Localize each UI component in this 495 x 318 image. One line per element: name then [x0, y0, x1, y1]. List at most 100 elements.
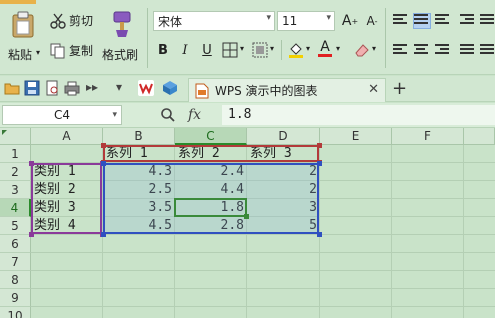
- align-top-icon[interactable]: [393, 14, 409, 28]
- value-cell[interactable]: 2.5: [103, 181, 175, 199]
- column-header-e[interactable]: E: [320, 128, 392, 145]
- value-cell[interactable]: 4.5: [103, 217, 175, 235]
- column-header-f[interactable]: F: [392, 128, 464, 145]
- row-header-6[interactable]: 6: [0, 235, 31, 253]
- clear-format-button[interactable]: [352, 40, 372, 60]
- more-commands-icon[interactable]: ▸▸: [86, 80, 98, 94]
- category-cell[interactable]: 类别 3: [31, 199, 103, 217]
- spreadsheet-grid[interactable]: A B C D E F 1 2 3 4 5 6 7 8 9 10 系列 1 系列 2 系列 3 类别 1 类别 2 类别 …: [0, 128, 495, 318]
- print-preview-icon[interactable]: [44, 80, 60, 96]
- quick-access-dropdown-icon[interactable]: ▾: [116, 80, 122, 94]
- row-header-2[interactable]: 2: [0, 163, 31, 181]
- font-color-button[interactable]: A: [315, 38, 335, 58]
- copy-button[interactable]: 复制: [50, 42, 93, 59]
- font-size-select[interactable]: 11 ▾: [277, 11, 335, 31]
- zoom-search-icon[interactable]: [160, 107, 176, 123]
- category-cell[interactable]: 类别 4: [31, 217, 103, 235]
- series-header-cell[interactable]: 系列 3: [247, 145, 320, 163]
- series-header-cell[interactable]: 系列 1: [103, 145, 175, 163]
- range-resize-handle[interactable]: [101, 232, 106, 237]
- underline-button[interactable]: U: [197, 40, 217, 60]
- name-box[interactable]: C4 ▾: [2, 105, 122, 125]
- distributed-icon[interactable]: [480, 44, 495, 58]
- row-header-1[interactable]: 1: [0, 145, 31, 163]
- value-cell[interactable]: 2: [247, 181, 320, 199]
- align-middle-icon[interactable]: [413, 13, 431, 29]
- column-header-a[interactable]: A: [31, 128, 103, 145]
- format-painter-button[interactable]: 格式刷: [100, 8, 142, 68]
- formula-input[interactable]: 1.8: [222, 105, 495, 125]
- range-resize-handle[interactable]: [101, 143, 106, 148]
- close-icon[interactable]: ✕: [368, 82, 379, 97]
- italic-button[interactable]: I: [175, 40, 195, 60]
- value-cell[interactable]: 2.4: [175, 163, 247, 181]
- save-icon[interactable]: [24, 80, 40, 96]
- value-cell[interactable]: 2: [247, 163, 320, 181]
- open-folder-icon[interactable]: [4, 80, 20, 96]
- range-resize-handle[interactable]: [29, 161, 34, 166]
- cell-style-dropdown-icon[interactable]: ▾: [270, 44, 274, 53]
- fill-color-button[interactable]: [286, 40, 306, 60]
- row-header-3[interactable]: 3: [0, 181, 31, 199]
- value-cell[interactable]: 3: [247, 199, 320, 217]
- select-all-corner[interactable]: [0, 128, 31, 145]
- align-right-icon[interactable]: [435, 44, 451, 58]
- column-header-d[interactable]: D: [247, 128, 320, 145]
- row-header-10[interactable]: 10: [0, 307, 31, 318]
- font-size-value: 11: [282, 14, 298, 28]
- cell-style-button[interactable]: [250, 40, 270, 60]
- row-header-9[interactable]: 9: [0, 289, 31, 307]
- row-header-8[interactable]: 8: [0, 271, 31, 289]
- value-cell[interactable]: 5: [247, 217, 320, 235]
- value-cell[interactable]: 4.4: [175, 181, 247, 199]
- wrap-icon[interactable]: [480, 14, 495, 28]
- paste-dropdown-icon[interactable]: ▾: [36, 48, 40, 57]
- value-cell[interactable]: 1.8: [175, 199, 247, 217]
- fill-color-dropdown-icon[interactable]: ▾: [306, 44, 310, 53]
- app-cube-icon[interactable]: [162, 80, 178, 96]
- start-tab-indicator[interactable]: [0, 0, 36, 4]
- tab-document[interactable]: WPS 演示中的图表 ✕: [188, 78, 386, 102]
- indent-icon[interactable]: [460, 14, 476, 28]
- font-name-select[interactable]: 宋体 ▾: [153, 11, 275, 31]
- range-resize-handle[interactable]: [317, 143, 322, 148]
- paste-button[interactable]: 粘贴 ▾: [4, 8, 44, 68]
- clear-format-dropdown-icon[interactable]: ▾: [372, 44, 376, 53]
- value-cell[interactable]: 3.5: [103, 199, 175, 217]
- column-header-b[interactable]: B: [103, 128, 175, 145]
- borders-button[interactable]: [220, 40, 240, 60]
- series-header-cell[interactable]: 系列 2: [175, 145, 247, 163]
- bold-button[interactable]: B: [153, 40, 173, 60]
- paint-bucket-icon: [289, 43, 303, 58]
- grid-line-horizontal: [31, 288, 495, 289]
- font-color-dropdown-icon[interactable]: ▾: [336, 44, 340, 53]
- align-bottom-icon[interactable]: [435, 14, 451, 28]
- wps-logo-icon[interactable]: [138, 80, 154, 96]
- row-header-7[interactable]: 7: [0, 253, 31, 271]
- new-tab-button[interactable]: +: [392, 78, 407, 99]
- grow-font-button[interactable]: A +: [340, 11, 360, 31]
- column-header-c[interactable]: C: [175, 128, 247, 145]
- print-icon[interactable]: [64, 80, 80, 96]
- insert-function-button[interactable]: fx: [188, 107, 201, 123]
- category-cell[interactable]: 类别 2: [31, 181, 103, 199]
- eraser-icon: [355, 44, 369, 57]
- range-resize-handle[interactable]: [317, 232, 322, 237]
- category-cell[interactable]: 类别 1: [31, 163, 103, 181]
- borders-dropdown-icon[interactable]: ▾: [240, 44, 244, 53]
- value-cell[interactable]: 4.3: [103, 163, 175, 181]
- range-resize-handle[interactable]: [101, 161, 106, 166]
- value-cell[interactable]: 2.8: [175, 217, 247, 235]
- row-header-4[interactable]: 4: [0, 199, 31, 217]
- fill-handle[interactable]: [244, 214, 249, 219]
- align-left-icon[interactable]: [393, 44, 409, 58]
- range-resize-handle[interactable]: [317, 161, 322, 166]
- cut-button[interactable]: 剪切: [50, 12, 93, 29]
- range-resize-handle[interactable]: [29, 232, 34, 237]
- column-header-stub[interactable]: [464, 128, 495, 145]
- justify-icon[interactable]: [460, 44, 476, 58]
- shrink-font-button[interactable]: A-: [362, 11, 382, 31]
- row-header-5[interactable]: 5: [0, 217, 31, 235]
- align-center-icon[interactable]: [414, 44, 430, 58]
- paste-label: 粘贴: [8, 48, 33, 62]
